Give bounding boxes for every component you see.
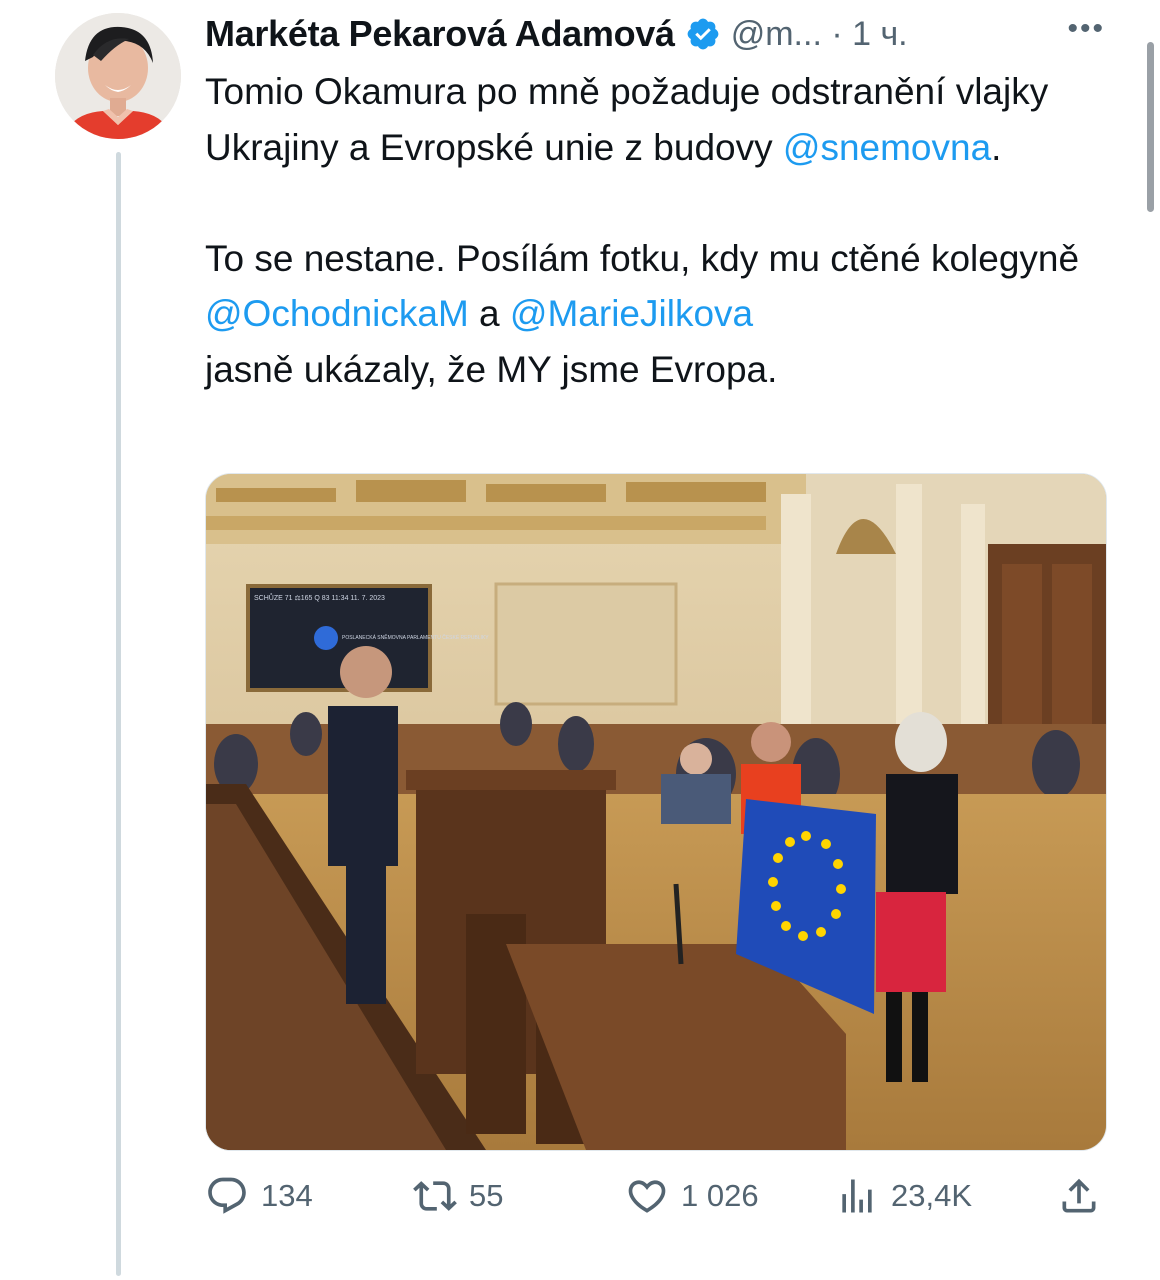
tweet-photo[interactable]: SCHŮZE 71 ⚖165 Q 83 11:34 11. 7. 2023 PO… xyxy=(205,473,1107,1151)
more-horizontal-icon[interactable]: ••• xyxy=(1067,12,1105,46)
action-bar: 134 55 1 026 23,4K xyxy=(205,1168,1105,1224)
screen-logo-text: POSLANECKÁ SNĚMOVNA PARLAMENTU ČESKÉ REP… xyxy=(342,633,489,641)
views-count: 23,4K xyxy=(891,1178,973,1213)
mention-snemovna[interactable]: @snemovna xyxy=(783,127,991,168)
retweet-button[interactable]: 55 xyxy=(413,1168,503,1224)
reply-count: 134 xyxy=(261,1178,313,1213)
tweet-header: Markéta Pekarová Adamová @m... · 1 ч. ••… xyxy=(205,8,1105,60)
reply-button[interactable]: 134 xyxy=(205,1168,313,1224)
retweet-icon xyxy=(413,1174,457,1218)
mention-mariejilkova[interactable]: @MarieJilkova xyxy=(510,293,753,334)
like-count: 1 026 xyxy=(681,1178,759,1213)
tweet-text-part: jasně ukázaly, že MY jsme Evropa. xyxy=(205,348,778,390)
verified-badge-icon xyxy=(685,16,721,52)
thread-line xyxy=(116,152,121,1276)
parliament-photo: SCHŮZE 71 ⚖165 Q 83 11:34 11. 7. 2023 PO… xyxy=(206,474,1106,1150)
views-chart-icon xyxy=(835,1174,879,1218)
reply-icon xyxy=(205,1174,249,1218)
avatar-photo xyxy=(55,13,181,139)
retweet-count: 55 xyxy=(469,1178,504,1213)
like-button[interactable]: 1 026 xyxy=(625,1168,759,1224)
author-handle-time[interactable]: @m... · 1 ч. xyxy=(731,15,908,54)
mention-ochodnickam[interactable]: @OchodnickaM xyxy=(205,293,469,334)
screen-text: SCHŮZE 71 ⚖165 Q 83 11:34 11. 7. 2023 xyxy=(254,593,385,602)
heart-icon xyxy=(625,1174,669,1218)
tweet-text-part: a xyxy=(468,293,510,335)
share-icon xyxy=(1057,1174,1101,1218)
views-button[interactable]: 23,4K xyxy=(835,1168,972,1224)
author-name[interactable]: Markéta Pekarová Adamová xyxy=(205,13,675,55)
share-button[interactable] xyxy=(1057,1168,1101,1224)
avatar[interactable] xyxy=(55,13,181,139)
tweet-text: Tomio Okamura po mně požaduje odstranění… xyxy=(205,64,1105,398)
scrollbar[interactable] xyxy=(1147,42,1154,212)
